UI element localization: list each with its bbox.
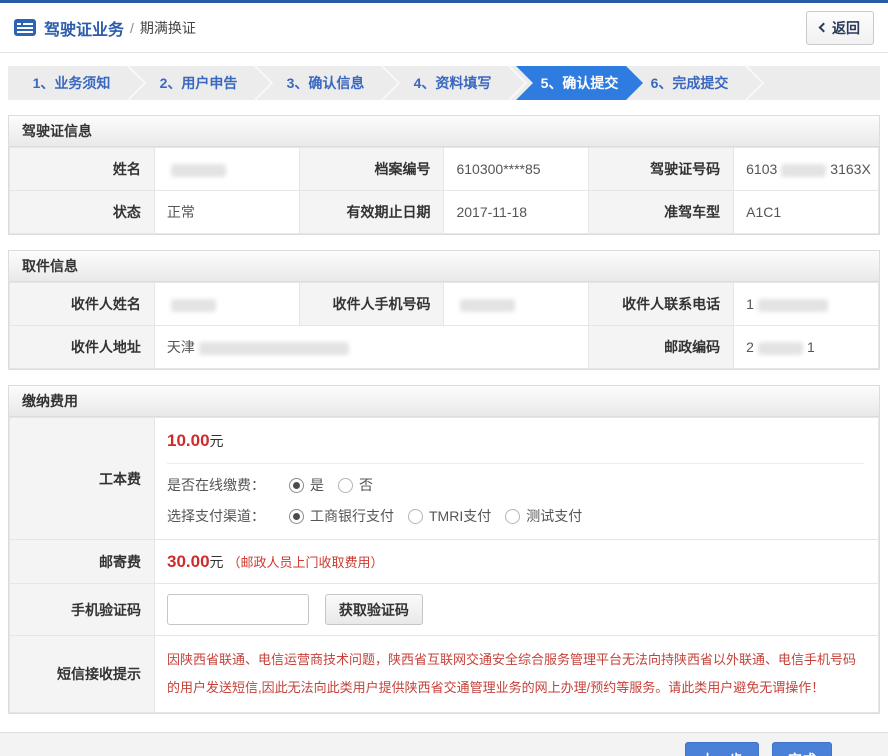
- valid-until-label: 有效期止日期: [299, 191, 444, 234]
- online-pay-no-radio[interactable]: [338, 478, 353, 493]
- license-menu-icon: [14, 19, 36, 36]
- name-label: 姓名: [10, 148, 155, 191]
- fee-table: 工本费 10.00元 是否在线缴费： 是 否 选择支付渠道： 工商银行支付: [9, 417, 879, 713]
- license-info-section: 驾驶证信息 姓名 档案编号 610300****85 驾驶证号码 6103316…: [8, 115, 880, 235]
- postal-code-label: 邮政编码: [589, 326, 734, 369]
- pickup-info-table: 收件人姓名 收件人手机号码 收件人联系电话 1 收件人地址 天津 邮政编码 21: [9, 282, 879, 369]
- table-row: 手机验证码 获取验证码: [10, 584, 879, 636]
- redacted-value: [199, 342, 349, 355]
- postage-amount: 30.00: [167, 552, 210, 571]
- valid-until-value: 2017-11-18: [444, 191, 589, 234]
- redacted-value: [758, 299, 828, 312]
- postage-cell: 30.00元 （邮政人员上门收取费用）: [155, 540, 879, 584]
- sms-code-cell: 获取验证码: [155, 584, 879, 636]
- previous-step-button[interactable]: 上一步: [685, 742, 759, 756]
- table-row: 收件人地址 天津 邮政编码 21: [10, 326, 879, 369]
- postage-label: 邮寄费: [10, 540, 155, 584]
- step-6: 6、完成提交: [626, 66, 753, 100]
- channel-icbc-label[interactable]: 工商银行支付: [310, 506, 394, 526]
- step-bar-filler: [753, 66, 880, 100]
- redacted-value: [171, 164, 226, 177]
- step-2: 2、用户申告: [135, 66, 262, 100]
- step-4: 4、资料填写: [389, 66, 516, 100]
- status-value: 正常: [154, 191, 299, 234]
- recipient-address-label: 收件人地址: [10, 326, 155, 369]
- online-pay-yes-label[interactable]: 是: [310, 475, 324, 495]
- online-pay-yes-radio[interactable]: [289, 478, 304, 493]
- step-1: 1、业务须知: [8, 66, 135, 100]
- recipient-phone-label: 收件人联系电话: [589, 283, 734, 326]
- breadcrumb-separator: /: [130, 20, 134, 36]
- redacted-value: [781, 164, 826, 177]
- channel-tmri-label[interactable]: TMRI支付: [429, 506, 491, 526]
- table-row: 工本费 10.00元 是否在线缴费： 是 否 选择支付渠道： 工商银行支付: [10, 418, 879, 540]
- step-3: 3、确认信息: [262, 66, 389, 100]
- table-row: 状态 正常 有效期止日期 2017-11-18 准驾车型 A1C1: [10, 191, 879, 234]
- table-row: 收件人姓名 收件人手机号码 收件人联系电话 1: [10, 283, 879, 326]
- postal-code-value: 21: [734, 326, 879, 369]
- file-no-value: 610300****85: [444, 148, 589, 191]
- pickup-section-title: 取件信息: [9, 251, 879, 282]
- pay-channel-row: 选择支付渠道： 工商银行支付 TMRI支付 测试支付: [167, 506, 864, 539]
- license-no-label: 驾驶证号码: [589, 148, 734, 191]
- get-code-button[interactable]: 获取验证码: [325, 594, 423, 625]
- finish-button[interactable]: 完成: [772, 742, 832, 756]
- page-header: 驾驶证业务 / 期满换证 返回: [0, 3, 888, 53]
- fee-section: 缴纳费用 工本费 10.00元 是否在线缴费： 是 否 选择支付渠道：: [8, 385, 880, 714]
- sms-code-input[interactable]: [167, 594, 309, 625]
- license-section-title: 驾驶证信息: [9, 116, 879, 147]
- pay-channel-label: 选择支付渠道：: [167, 506, 265, 526]
- table-row: 短信接收提示 因陕西省联通、电信运营商技术问题，陕西省互联网交通安全综合服务管理…: [10, 636, 879, 713]
- pickup-info-section: 取件信息 收件人姓名 收件人手机号码 收件人联系电话 1 收件人地址 天津 邮政…: [8, 250, 880, 370]
- redacted-value: [171, 299, 216, 312]
- step-wizard: 1、业务须知 2、用户申告 3、确认信息 4、资料填写 5、确认提交 6、完成提…: [8, 66, 880, 100]
- online-pay-label: 是否在线缴费：: [167, 475, 265, 495]
- channel-icbc-radio[interactable]: [289, 509, 304, 524]
- channel-tmri-radio[interactable]: [408, 509, 423, 524]
- recipient-name-label: 收件人姓名: [10, 283, 155, 326]
- redacted-value: [460, 299, 515, 312]
- table-row: 姓名 档案编号 610300****85 驾驶证号码 61033163X: [10, 148, 879, 191]
- currency-unit: 元: [210, 554, 224, 570]
- page-title: 驾驶证业务: [44, 16, 124, 40]
- sms-tip-label: 短信接收提示: [10, 636, 155, 713]
- fee-section-title: 缴纳费用: [9, 386, 879, 417]
- status-label: 状态: [10, 191, 155, 234]
- back-button[interactable]: 返回: [806, 11, 874, 45]
- production-fee-label: 工本费: [10, 418, 155, 540]
- license-no-value: 61033163X: [734, 148, 879, 191]
- chevron-left-icon: [819, 23, 829, 33]
- production-fee-cell: 10.00元 是否在线缴费： 是 否 选择支付渠道： 工商银行支付 TMRI支付: [155, 418, 879, 540]
- sms-tip-cell: 因陕西省联通、电信运营商技术问题，陕西省互联网交通安全综合服务管理平台无法向持陕…: [155, 636, 879, 713]
- table-row: 邮寄费 30.00元 （邮政人员上门收取费用）: [10, 540, 879, 584]
- step-5: 5、确认提交: [516, 66, 643, 100]
- back-button-label: 返回: [832, 18, 860, 38]
- redacted-value: [758, 342, 803, 355]
- recipient-mobile-value: [444, 283, 589, 326]
- footer-action-bar: 上一步 完成: [0, 732, 888, 756]
- license-info-table: 姓名 档案编号 610300****85 驾驶证号码 61033163X 状态 …: [9, 147, 879, 234]
- sms-code-label: 手机验证码: [10, 584, 155, 636]
- channel-test-label[interactable]: 测试支付: [526, 506, 582, 526]
- vehicle-class-label: 准驾车型: [589, 191, 734, 234]
- sms-tip-text: 因陕西省联通、电信运营商技术问题，陕西省互联网交通安全综合服务管理平台无法向持陕…: [155, 636, 878, 712]
- name-value: [154, 148, 299, 191]
- online-pay-no-label[interactable]: 否: [359, 475, 373, 495]
- production-fee-amount: 10.00: [167, 431, 210, 450]
- vehicle-class-value: A1C1: [734, 191, 879, 234]
- production-fee-amount-row: 10.00元: [167, 418, 864, 464]
- recipient-name-value: [154, 283, 299, 326]
- recipient-mobile-label: 收件人手机号码: [299, 283, 444, 326]
- online-pay-row: 是否在线缴费： 是 否: [167, 475, 864, 495]
- breadcrumb-current: 期满换证: [140, 18, 196, 38]
- currency-unit: 元: [210, 433, 224, 449]
- recipient-phone-value: 1: [734, 283, 879, 326]
- recipient-address-value: 天津: [154, 326, 588, 369]
- channel-test-radio[interactable]: [505, 509, 520, 524]
- postage-note: （邮政人员上门收取费用）: [227, 555, 383, 570]
- file-no-label: 档案编号: [299, 148, 444, 191]
